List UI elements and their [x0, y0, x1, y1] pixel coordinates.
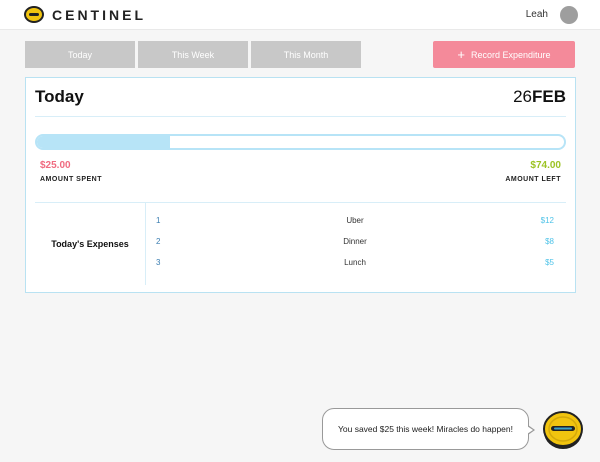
bubble-message: You saved $25 this week! Miracles do hap…: [338, 424, 513, 434]
card-title: Today: [35, 87, 84, 106]
speech-bubble-tail-inner: [527, 426, 533, 434]
amount-spent-label: AMOUNT SPENT: [40, 176, 102, 183]
plus-icon: +: [457, 47, 466, 62]
expense-name: Dinner: [343, 237, 367, 246]
expense-amount: $12: [540, 216, 554, 225]
avatar[interactable]: [560, 6, 578, 24]
budget-progress-fill: [37, 136, 171, 148]
today-summary-card: Today 26FEB $25.00 AMOUNT SPENT $74.00 A…: [25, 77, 576, 293]
speech-bubble: You saved $25 this week! Miracles do hap…: [322, 408, 529, 450]
divider: [145, 203, 146, 285]
divider: [35, 116, 566, 117]
tab-this-month[interactable]: This Month: [251, 41, 361, 68]
expense-list: 1 Uber $12 2 Dinner $8 3 Lunch $5: [156, 216, 554, 279]
list-item[interactable]: 1 Uber $12: [156, 216, 554, 237]
record-expenditure-button[interactable]: + Record Expenditure: [433, 41, 575, 68]
expense-name: Uber: [346, 216, 364, 225]
amount-left-value: $74.00: [530, 160, 561, 171]
record-expenditure-label: Record Expenditure: [471, 49, 551, 60]
expense-name: Lunch: [344, 258, 366, 267]
tab-today[interactable]: Today: [25, 41, 135, 68]
expense-amount: $8: [545, 237, 554, 246]
expenses-heading: Today's Expenses: [51, 239, 129, 249]
list-item[interactable]: 2 Dinner $8: [156, 237, 554, 258]
tab-this-week[interactable]: This Week: [138, 41, 248, 68]
user-name[interactable]: Leah: [526, 9, 548, 20]
amount-spent-value: $25.00: [40, 160, 71, 171]
budget-progress-bar: [35, 134, 566, 150]
top-bar: CENTINEL Leah: [0, 0, 600, 30]
amount-left-label: AMOUNT LEFT: [505, 176, 561, 183]
expense-amount: $5: [545, 258, 554, 267]
date-month: FEB: [532, 87, 566, 106]
coin-icon: [24, 6, 44, 23]
date-day: 26: [513, 87, 532, 106]
coin-mascot-icon[interactable]: [541, 408, 585, 452]
list-item[interactable]: 3 Lunch $5: [156, 258, 554, 279]
card-date: 26FEB: [513, 87, 566, 107]
brand-name: CENTINEL: [52, 7, 146, 23]
